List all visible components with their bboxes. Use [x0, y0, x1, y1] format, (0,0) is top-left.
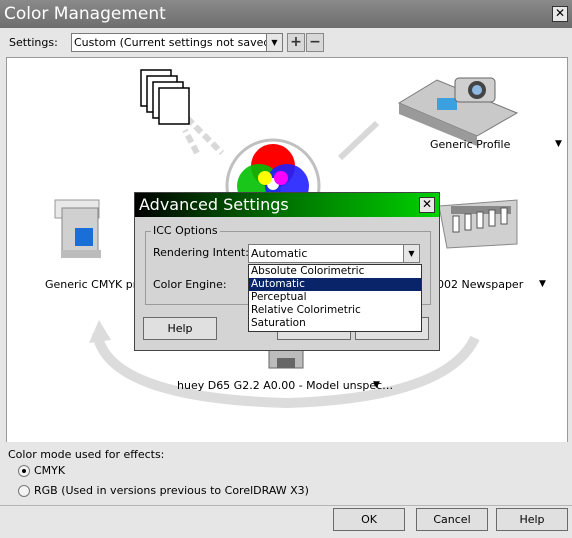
radio-cmyk-label[interactable]: CMYK: [34, 464, 65, 477]
dropdown-option[interactable]: Absolute Colorimetric: [249, 265, 421, 278]
title-bar: Color Management ✕: [0, 0, 572, 28]
monitor-icon: [268, 347, 304, 369]
icc-options-label: ICC Options: [151, 224, 220, 237]
cancel-button[interactable]: Cancel: [416, 508, 488, 531]
arrow-scanner: [337, 120, 380, 161]
settings-combo[interactable]: Custom (Current settings not saved) ▼: [71, 33, 283, 52]
advanced-close-icon[interactable]: ✕: [419, 197, 435, 213]
newspaper-dropdown-icon[interactable]: ▼: [539, 279, 546, 289]
generic-profile-label[interactable]: Generic Profile: [430, 138, 510, 151]
newspaper-label[interactable]: 002 Newspaper: [437, 278, 523, 291]
rendering-intent-value: Automatic: [251, 247, 308, 260]
plus-icon: +: [290, 34, 302, 50]
generic-profile-dropdown-icon[interactable]: ▼: [555, 139, 562, 149]
minus-icon: −: [309, 34, 321, 50]
settings-value: Custom (Current settings not saved): [74, 36, 275, 49]
press-icon: [438, 199, 518, 249]
close-icon[interactable]: ✕: [552, 6, 568, 22]
monitor-dropdown-icon[interactable]: ▼: [373, 380, 380, 390]
divider: [0, 505, 572, 506]
arc-arrowhead: [89, 320, 111, 343]
remove-preset-button[interactable]: −: [306, 33, 324, 52]
advanced-settings-dialog: Advanced Settings ✕ ICC Options Renderin…: [134, 192, 440, 351]
advanced-title: Advanced Settings: [139, 195, 289, 214]
dropdown-option-selected[interactable]: Automatic: [249, 278, 421, 291]
rendering-intent-dropdown-list: Absolute Colorimetric Automatic Perceptu…: [248, 264, 422, 332]
chevron-down-icon[interactable]: ▼: [403, 245, 419, 262]
color-engine-label: Color Engine:: [153, 278, 227, 291]
window-title: Color Management: [4, 4, 166, 24]
scanner-camera-icon: [397, 77, 519, 146]
radio-cmyk[interactable]: [18, 465, 30, 477]
radio-rgb-label[interactable]: RGB (Used in versions previous to CorelD…: [34, 484, 309, 497]
settings-row: Settings: Custom (Current settings not s…: [0, 28, 572, 56]
effects-heading: Color mode used for effects:: [8, 448, 165, 461]
advanced-title-bar: Advanced Settings ✕: [135, 193, 439, 217]
printer-icon: [54, 199, 101, 258]
add-preset-button[interactable]: +: [287, 33, 305, 52]
dropdown-option[interactable]: Perceptual: [249, 291, 421, 304]
documents-icon: [140, 69, 190, 125]
chevron-down-icon[interactable]: ▼: [266, 34, 282, 51]
settings-label: Settings:: [9, 36, 58, 49]
rendering-intent-combo[interactable]: Automatic ▼: [248, 244, 420, 263]
monitor-label[interactable]: huey D65 G2.2 A0.00 - Model unspec…: [177, 379, 393, 392]
advanced-help-button[interactable]: Help: [143, 317, 217, 340]
rendering-intent-label: Rendering Intent:: [153, 246, 249, 259]
dropdown-option[interactable]: Relative Colorimetric: [249, 304, 421, 317]
radio-rgb[interactable]: [18, 485, 30, 497]
help-button[interactable]: Help: [496, 508, 568, 531]
ok-button[interactable]: OK: [333, 508, 405, 531]
dropdown-option[interactable]: Saturation: [249, 317, 421, 330]
